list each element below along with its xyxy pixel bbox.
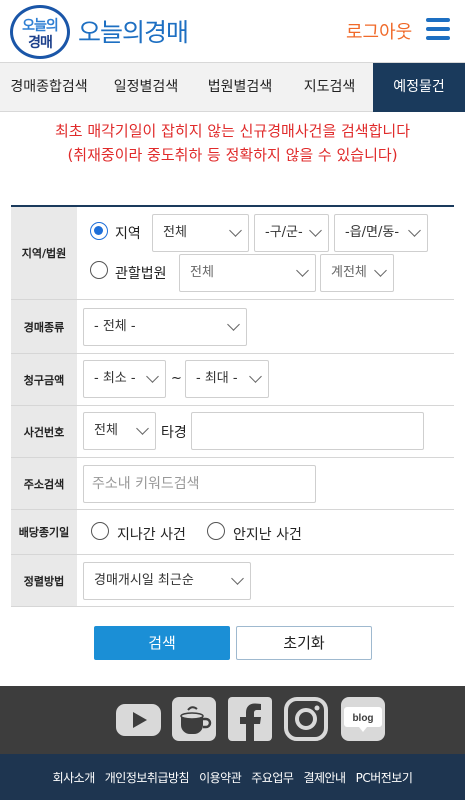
chevron-down-icon bbox=[146, 370, 159, 383]
blog-icon-text: blog bbox=[352, 713, 373, 724]
sort-row: 정렬방법 경매개시일 최근순 bbox=[11, 555, 454, 607]
tab-schedule-search[interactable]: 일정별검색 bbox=[98, 63, 194, 112]
gugun-select-value: -구/군- bbox=[265, 225, 303, 240]
amount-max-value: - 최대 - bbox=[196, 371, 238, 386]
chevron-down-icon bbox=[374, 264, 387, 277]
chevron-down-icon bbox=[136, 422, 149, 435]
kind-label: 경매종류 bbox=[11, 300, 77, 353]
court-radio-label: 관할법원 bbox=[115, 266, 167, 282]
dividend-row: 배당종기일 지나간 사건 안지난 사건 bbox=[11, 510, 454, 555]
dividend-past-label: 지나간 사건 bbox=[117, 527, 186, 543]
region-row: 지역/법원 지역 전체 -구/군- -읍/면/동- 관할법원 전체 계전체 bbox=[11, 207, 454, 300]
tab-court-search[interactable]: 법원별검색 bbox=[194, 63, 286, 112]
court-dept-select[interactable]: 계전체 bbox=[320, 254, 394, 292]
amount-row: 청구금액 - 최소 - ~ - 최대 - bbox=[11, 354, 454, 406]
notice-line2: (취재중이라 중도취하 등 정확하지 않을 수 있습니다) bbox=[67, 146, 398, 164]
hamburger-menu-icon[interactable] bbox=[426, 18, 450, 40]
chevron-down-icon bbox=[296, 264, 309, 277]
notice-text: 최초 매각기일이 잡히지 않는 신규경매사건을 검색합니다 (취재중이라 중도취… bbox=[0, 119, 465, 167]
search-tabs: 경매종합검색 일정별검색 법원별검색 지도검색 예정물건 bbox=[0, 62, 465, 112]
logo-line2: 경매 bbox=[28, 35, 53, 51]
tab-comprehensive-search[interactable]: 경매종합검색 bbox=[0, 63, 98, 112]
dividend-future-label: 안지난 사건 bbox=[233, 527, 302, 543]
footer-link-about[interactable]: 회사소개 bbox=[53, 769, 96, 786]
footer-links: 회사소개 개인정보취급방침 이용약관 주요업무 결제안내 PC버전보기 bbox=[0, 754, 465, 800]
case-year-select[interactable]: 전체 bbox=[83, 412, 156, 450]
court-dept-select-value: 계전체 bbox=[331, 265, 367, 280]
court-select-value: 전체 bbox=[190, 265, 214, 280]
amount-min-select[interactable]: - 최소 - bbox=[83, 360, 166, 398]
gugun-select[interactable]: -구/군- bbox=[254, 214, 329, 252]
chevron-down-icon bbox=[227, 318, 240, 331]
address-row: 주소검색 주소내 키워드검색 bbox=[11, 458, 454, 510]
sort-select-value: 경매개시일 최근순 bbox=[94, 573, 194, 588]
footer-link-terms[interactable]: 이용약관 bbox=[199, 769, 242, 786]
sido-select-value: 전체 bbox=[163, 225, 187, 240]
chevron-down-icon bbox=[231, 572, 244, 585]
court-radio[interactable] bbox=[90, 261, 108, 279]
blog-icon[interactable]: blog bbox=[341, 697, 385, 741]
amount-label: 청구금액 bbox=[11, 354, 77, 405]
search-form: 지역/법원 지역 전체 -구/군- -읍/면/동- 관할법원 전체 계전체 경매… bbox=[11, 205, 454, 607]
tab-map-search[interactable]: 지도검색 bbox=[286, 63, 373, 112]
address-label: 주소검색 bbox=[11, 458, 77, 509]
case-number-label: 사건번호 bbox=[11, 406, 77, 457]
footer-link-pc-version[interactable]: PC버전보기 bbox=[356, 769, 413, 786]
logo-badge[interactable]: 오늘의 경매 bbox=[10, 5, 70, 59]
footer-link-privacy[interactable]: 개인정보취급방침 bbox=[105, 769, 190, 786]
search-button[interactable]: 검색 bbox=[94, 626, 230, 660]
facebook-icon[interactable] bbox=[228, 697, 272, 741]
footer-link-payment[interactable]: 결제안내 bbox=[303, 769, 346, 786]
case-number-row: 사건번호 전체 타경 bbox=[11, 406, 454, 458]
sido-select[interactable]: 전체 bbox=[152, 214, 249, 252]
amount-max-select[interactable]: - 최대 - bbox=[185, 360, 269, 398]
kind-select[interactable]: - 전체 - bbox=[83, 308, 247, 346]
region-radio[interactable] bbox=[90, 222, 108, 240]
youtube-icon[interactable] bbox=[116, 704, 161, 736]
reset-button[interactable]: 초기화 bbox=[236, 626, 372, 660]
region-label: 지역/법원 bbox=[11, 207, 77, 299]
amount-min-value: - 최소 - bbox=[94, 371, 136, 386]
logout-link[interactable]: 로그아웃 bbox=[346, 18, 412, 44]
brand-name[interactable]: 오늘의경매 bbox=[78, 13, 189, 49]
dong-select[interactable]: -읍/면/동- bbox=[334, 214, 428, 252]
sort-select[interactable]: 경매개시일 최근순 bbox=[83, 562, 251, 600]
dong-select-value: -읍/면/동- bbox=[345, 225, 400, 240]
address-search-input[interactable]: 주소내 키워드검색 bbox=[83, 465, 316, 503]
kind-select-value: - 전체 - bbox=[94, 319, 136, 334]
chevron-down-icon bbox=[249, 370, 262, 383]
dividend-label: 배당종기일 bbox=[11, 510, 77, 554]
chevron-down-icon bbox=[309, 224, 322, 237]
social-bar: blog bbox=[0, 686, 465, 754]
footer-link-services[interactable]: 주요업무 bbox=[251, 769, 294, 786]
tab-upcoming-items[interactable]: 예정물건 bbox=[373, 63, 465, 112]
dividend-future-radio[interactable] bbox=[207, 522, 225, 540]
chevron-down-icon bbox=[408, 224, 421, 237]
chevron-down-icon bbox=[229, 224, 242, 237]
sort-label: 정렬방법 bbox=[11, 555, 77, 606]
case-number-suffix: 타경 bbox=[161, 425, 187, 441]
court-select[interactable]: 전체 bbox=[179, 254, 316, 292]
case-number-input[interactable] bbox=[191, 412, 424, 450]
dividend-past-radio[interactable] bbox=[91, 522, 109, 540]
case-year-value: 전체 bbox=[94, 423, 118, 438]
notice-line1: 최초 매각기일이 잡히지 않는 신규경매사건을 검색합니다 bbox=[54, 122, 411, 140]
amount-range-separator: ~ bbox=[171, 371, 182, 386]
instagram-icon[interactable] bbox=[284, 697, 328, 741]
region-radio-label: 지역 bbox=[115, 226, 141, 242]
kind-row: 경매종류 - 전체 - bbox=[11, 300, 454, 354]
cafe-icon[interactable] bbox=[172, 697, 216, 741]
header: 오늘의 경매 오늘의경매 로그아웃 bbox=[0, 0, 465, 62]
